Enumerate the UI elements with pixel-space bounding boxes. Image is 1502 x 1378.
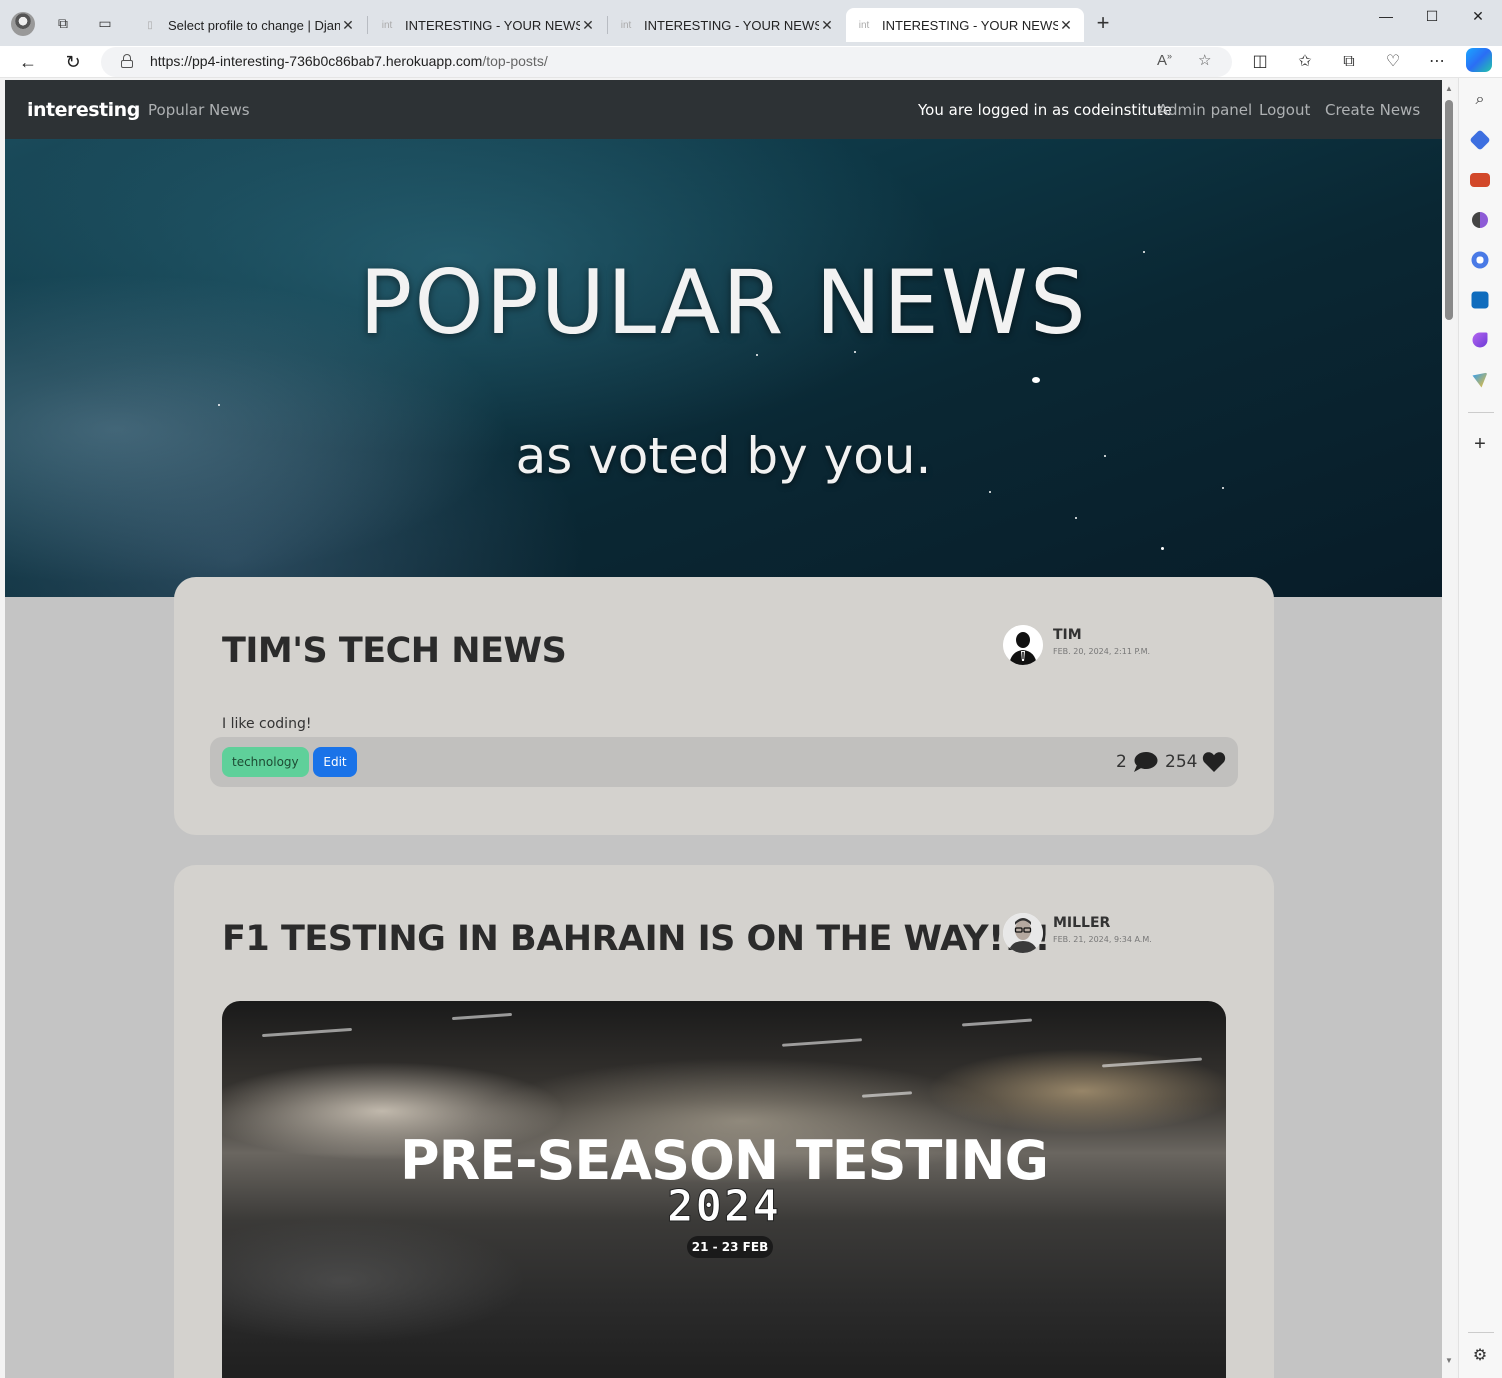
nav-logout[interactable]: Logout [1259, 101, 1310, 119]
scroll-down-icon[interactable]: ▼ [1443, 1356, 1455, 1365]
site-favicon-icon: int [858, 19, 870, 31]
browser-profile-avatar[interactable] [11, 12, 35, 36]
games-icon[interactable] [1472, 212, 1488, 228]
site-navbar: interesting Popular News You are logged … [5, 80, 1442, 139]
author-avatar [1003, 913, 1043, 953]
post-author: MILLER [1053, 915, 1111, 931]
logged-in-status: You are logged in as codeinstitute [918, 101, 1172, 119]
microsoft365-icon[interactable] [1471, 251, 1489, 269]
favorite-star-icon[interactable]: ☆ [1198, 51, 1211, 69]
site-favicon-icon: int [620, 19, 632, 31]
page-icon: ▯ [147, 19, 153, 31]
minimize-icon[interactable]: — [1376, 8, 1396, 24]
post-card[interactable]: F1 TESTING IN BAHRAIN IS ON THE WAY!!!! … [174, 865, 1274, 1378]
search-icon[interactable]: ⌕ [1470, 90, 1490, 110]
scrollbar-thumb[interactable] [1445, 100, 1453, 320]
post-author: TIM [1053, 627, 1082, 643]
tab-interesting-2[interactable]: int INTERESTING - YOUR NEWS FIX ✕ [608, 8, 845, 42]
scroll-up-icon[interactable]: ▲ [1443, 84, 1455, 93]
split-screen-icon[interactable]: ◫ [1248, 50, 1272, 74]
comment-bubble-icon[interactable] [1132, 751, 1158, 773]
new-tab-button[interactable]: + [1092, 12, 1114, 34]
close-tab-icon[interactable]: ✕ [340, 17, 356, 34]
image-year: 2024 [667, 1181, 781, 1233]
post-title[interactable]: TIM'S TECH NEWS [222, 631, 567, 671]
category-tag[interactable]: technology [222, 747, 309, 777]
tools-briefcase-icon[interactable] [1470, 173, 1490, 187]
lock-icon[interactable] [121, 54, 133, 68]
light-streak [961, 1018, 1033, 1027]
tab-actions-icon[interactable]: ▭ [94, 12, 116, 34]
edge-sidebar: ⌕ + ⚙ [1458, 78, 1502, 1378]
read-aloud-icon[interactable]: A» [1157, 51, 1172, 69]
browser-toolbar: ← ↻ https://pp4-interesting-736b0c86bab7… [0, 46, 1502, 78]
image-dates-badge: 21 - 23 FEB [687, 1236, 773, 1258]
close-tab-icon[interactable]: ✕ [819, 17, 835, 34]
designer-icon[interactable] [1472, 332, 1488, 348]
workspaces-icon[interactable]: ⧉ [52, 12, 74, 34]
url-text[interactable]: https://pp4-interesting-736b0c86bab7.her… [150, 53, 548, 69]
page-viewport: interesting Popular News You are logged … [5, 80, 1442, 1378]
nav-create-news[interactable]: Create News [1325, 101, 1420, 119]
author-photo [1003, 913, 1043, 953]
more-options-icon[interactable]: ⋯ [1425, 50, 1449, 74]
light-streak [262, 1027, 352, 1038]
tab-interesting-1[interactable]: int INTERESTING - YOUR NEWS FIX ✕ [369, 8, 606, 42]
outlook-icon[interactable] [1471, 291, 1489, 309]
post-date: FEB. 21, 2024, 9:34 A.M. [1053, 935, 1152, 944]
browser-tab-bar: ⧉ ▭ ▯ Select profile to change | Django … [0, 0, 1502, 46]
light-streak [781, 1038, 863, 1047]
nav-admin-panel[interactable]: Admin panel [1158, 101, 1252, 119]
back-icon[interactable]: ← [16, 50, 40, 74]
hero-subtitle: as voted by you. [515, 427, 932, 485]
close-window-icon[interactable]: ✕ [1468, 8, 1488, 25]
heart-icon[interactable] [1202, 751, 1226, 773]
post-date: FEB. 20, 2024, 2:11 P.M. [1053, 647, 1151, 656]
author-avatar [1003, 625, 1043, 665]
edit-button[interactable]: Edit [313, 747, 357, 777]
nav-popular-news[interactable]: Popular News [148, 101, 250, 119]
post-footer: technology Edit 2 254 [210, 737, 1238, 787]
hero-banner: POPULAR NEWS as voted by you. [5, 139, 1442, 597]
site-favicon-icon: int [381, 19, 393, 31]
browser-essentials-icon[interactable]: ♡ [1381, 50, 1405, 74]
close-tab-icon[interactable]: ✕ [1058, 17, 1074, 34]
post-card[interactable]: TIM'S TECH NEWS TIM FEB. 20, 2024, 2:11 … [174, 577, 1274, 835]
star [756, 354, 758, 356]
tab-interesting-active[interactable]: int INTERESTING - YOUR NEWS FIX ✕ [846, 8, 1084, 42]
reload-icon[interactable]: ↻ [61, 50, 85, 74]
tab-django-admin[interactable]: ▯ Select profile to change | Django site… [132, 8, 366, 42]
light-streak [1102, 1057, 1202, 1068]
post-excerpt: I like coding! [222, 716, 312, 732]
drop-send-icon[interactable] [1472, 372, 1488, 388]
star [218, 404, 220, 406]
favorites-icon[interactable]: ✩ [1293, 50, 1317, 74]
shopping-tag-icon[interactable] [1469, 129, 1491, 151]
light-streak [861, 1091, 913, 1098]
copilot-icon[interactable] [1466, 48, 1492, 72]
like-count: 254 [1165, 752, 1198, 772]
star [989, 491, 991, 493]
collections-icon[interactable]: ⧉ [1337, 50, 1361, 74]
address-bar[interactable]: https://pp4-interesting-736b0c86bab7.her… [101, 47, 1232, 77]
comment-count: 2 [1116, 752, 1127, 772]
person-silhouette-icon [1003, 625, 1043, 665]
close-tab-icon[interactable]: ✕ [580, 17, 596, 34]
star [1032, 377, 1040, 383]
post-image[interactable]: PRE-SEASON TESTING 2024 21 - 23 FEB [222, 1001, 1226, 1378]
sidebar-settings-gear-icon[interactable]: ⚙ [1470, 1346, 1490, 1366]
light-streak [451, 1012, 513, 1021]
star [1161, 547, 1164, 550]
maximize-icon[interactable]: ☐ [1422, 8, 1442, 25]
star [1075, 517, 1077, 519]
site-brand[interactable]: interesting [27, 99, 140, 121]
star [1222, 487, 1224, 489]
add-sidebar-app-icon[interactable]: + [1470, 434, 1490, 454]
post-title[interactable]: F1 TESTING IN BAHRAIN IS ON THE WAY!!!! [222, 919, 1051, 959]
hero-title: POPULAR NEWS [359, 251, 1088, 354]
